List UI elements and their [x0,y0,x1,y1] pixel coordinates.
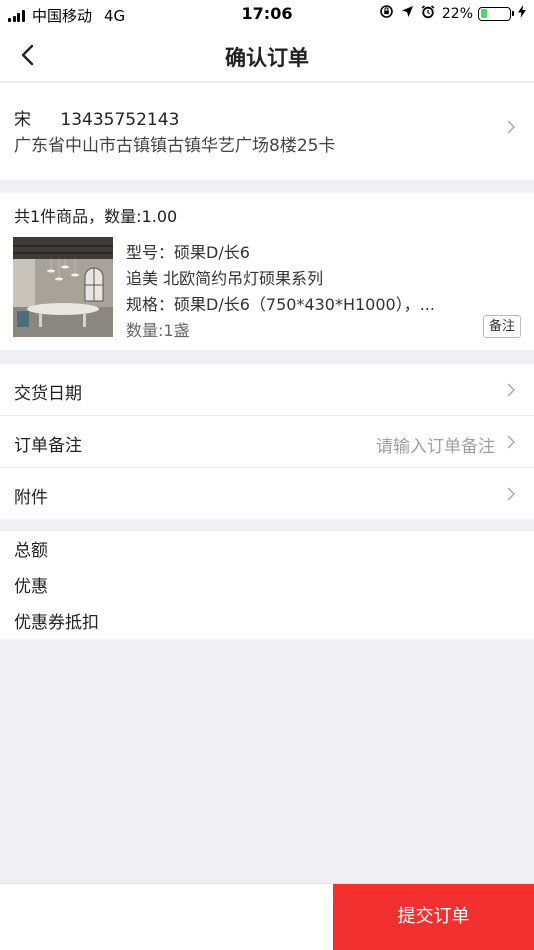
submit-order-button[interactable]: 提交订单 [333,884,534,950]
order-options: 交货日期 订单备注 请输入订单备注 附件 [0,364,534,519]
chevron-right-icon [507,383,516,397]
product-summary: 共1件商品，数量:1.00 [14,207,178,226]
delivery-date-label: 交货日期 [14,384,82,404]
attachment-row[interactable]: 附件 [0,468,534,519]
location-arrow-icon [401,5,414,22]
product-image[interactable] [13,237,113,337]
alarm-icon [421,4,435,23]
nav-bar: 确认订单 [0,28,534,82]
chevron-right-icon [507,120,516,134]
remark-button[interactable]: 备注 [483,315,521,338]
status-bar: 中国移动 4G 17:06 22% [0,0,534,28]
order-note-label: 订单备注 [14,436,82,456]
discount-label: 优惠 [14,577,48,597]
product-card: 共1件商品，数量:1.00 型号：硕果D/长6 追美 北欧简约吊灯硕果系列 规格… [0,193,534,350]
coupon-label: 优惠券抵扣 [14,613,99,633]
product-quantity: 数量:1盏 [126,321,190,340]
product-name: 追美 北欧简约吊灯硕果系列 [126,269,324,288]
status-right: 22% [372,4,526,23]
address-card[interactable]: 宋 13435752143 广东省中山市古镇镇古镇华艺广场8楼25卡 [0,83,534,180]
address-detail: 广东省中山市古镇镇古镇华艺广场8楼25卡 [14,136,336,156]
battery-fill [480,9,487,18]
bottom-bar: 提交订单 [0,883,534,950]
chevron-right-icon [507,487,516,501]
recipient-name: 宋 [14,110,31,130]
page-title: 确认订单 [225,46,309,70]
totals-card: 总额 优惠 优惠券抵扣 [0,531,534,639]
chevron-right-icon [507,435,516,449]
battery-icon [478,6,514,21]
address-contact: 宋 13435752143 [14,105,179,130]
charging-bolt-icon [518,5,526,22]
battery-percent: 22% [441,5,473,22]
product-spec: 规格：硕果D/长6（750*430*H1000），... [126,295,435,314]
product-model: 型号：硕果D/长6 [126,243,250,262]
product-details: 型号：硕果D/长6 追美 北欧简约吊灯硕果系列 规格：硕果D/长6（750*43… [126,240,435,318]
order-note-input[interactable]: 请输入订单备注 [376,432,495,457]
attachment-label: 附件 [14,488,48,508]
delivery-date-row[interactable]: 交货日期 [0,364,534,415]
recipient-phone: 13435752143 [60,110,180,130]
total-label: 总额 [14,541,48,561]
rotation-lock-icon [379,4,394,23]
order-note-row[interactable]: 订单备注 请输入订单备注 [0,416,534,467]
